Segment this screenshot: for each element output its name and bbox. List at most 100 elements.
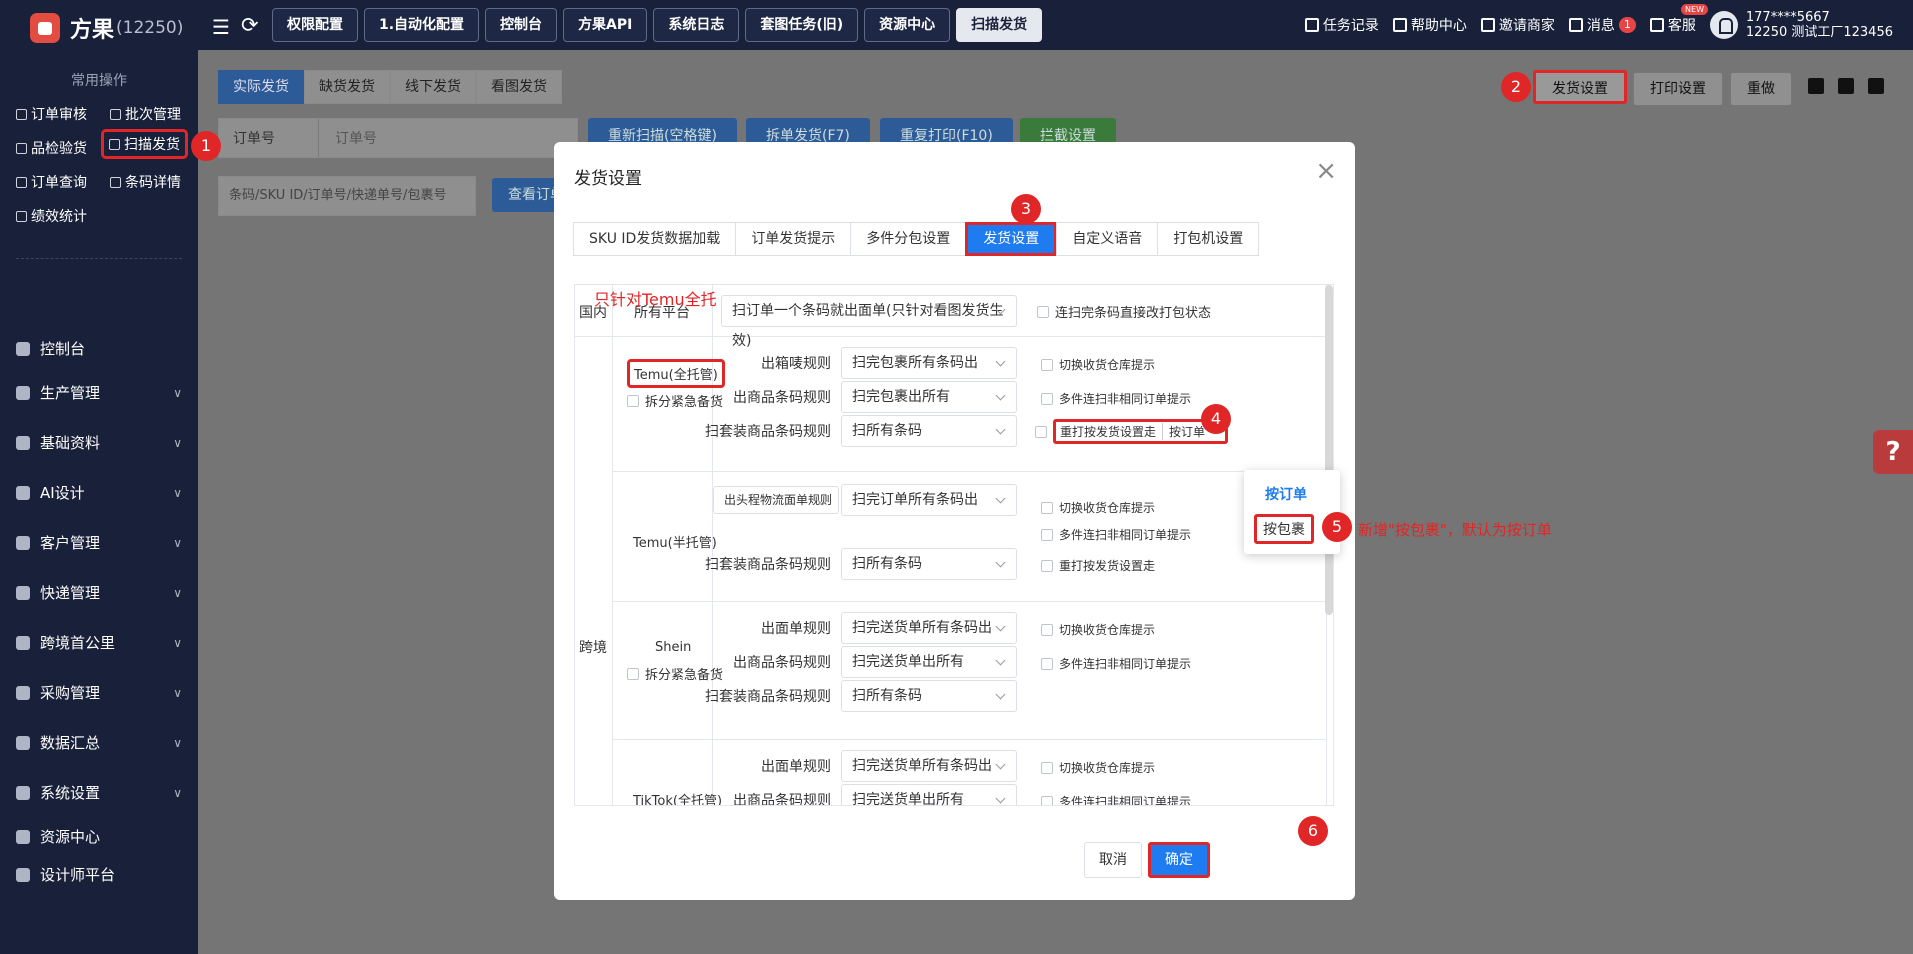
option-checkbox[interactable]: 重打按发货设置走: [1041, 557, 1155, 574]
checkbox-label: 多件连扫非相同订单提示: [1059, 657, 1192, 671]
quick-link[interactable]: 批次管理: [110, 104, 181, 124]
tab-order-tips[interactable]: 订单发货提示: [735, 222, 852, 256]
redo-button[interactable]: 重做: [1730, 72, 1792, 106]
close-icon[interactable]: ×: [1315, 156, 1337, 186]
sidebar-menu-item[interactable]: 快递管理 ∨: [16, 582, 182, 603]
help-center-link[interactable]: 帮助中心: [1392, 15, 1467, 35]
rule-select[interactable]: 扫完订单所有条码出: [841, 484, 1017, 516]
sidebar-menu-item[interactable]: 客户管理 ∨: [16, 532, 182, 553]
dialog-title: 发货设置: [574, 169, 642, 189]
sidebar-menu-item[interactable]: 数据汇总 ∨: [16, 732, 182, 753]
task-records-link[interactable]: 任务记录: [1304, 15, 1379, 35]
option-by-order[interactable]: 按订单: [1265, 484, 1307, 504]
nav-tab[interactable]: 控制台: [485, 8, 558, 42]
tab-ship-settings[interactable]: 发货设置: [965, 222, 1058, 256]
tab-multi-package[interactable]: 多件分包设置: [850, 222, 967, 256]
option-checkbox[interactable]: 重打按发货设置走按订单⌃: [1035, 419, 1229, 444]
card-view-icon[interactable]: [1838, 78, 1854, 94]
tab-sku-load[interactable]: SKU ID发货数据加载: [573, 222, 737, 256]
sidebar-menu-item[interactable]: 设计师平台: [16, 864, 182, 885]
app-logo[interactable]: 方果 (12250): [30, 12, 183, 44]
sidebar-menu-item[interactable]: 系统设置 ∨: [16, 782, 182, 803]
rule-select[interactable]: 扫所有条码: [841, 680, 1017, 712]
checkbox-label: 重打按发货设置走: [1060, 425, 1157, 439]
option-checkbox[interactable]: 多件连扫非相同订单提示: [1041, 793, 1191, 805]
list-view-icon[interactable]: [1808, 78, 1824, 94]
rule-select[interactable]: 扫完送货单所有条码出: [841, 612, 1017, 644]
messages-link[interactable]: 消息 1: [1568, 15, 1636, 35]
sidebar-menu-item[interactable]: AI设计 ∨: [16, 482, 182, 503]
rule-select[interactable]: 扫完包裹出所有: [841, 381, 1017, 413]
invite-link[interactable]: 邀请商家: [1480, 15, 1555, 35]
print-settings-button[interactable]: 打印设置: [1633, 72, 1723, 106]
checkbox-icon: [1037, 305, 1049, 318]
rule-select[interactable]: 扫完送货单所有条码出: [841, 750, 1017, 782]
quick-link-scan-ship[interactable]: 扫描发货: [101, 129, 188, 159]
tab-offline-ship[interactable]: 线下发货: [390, 70, 476, 104]
option-checkbox[interactable]: 切换收货仓库提示: [1041, 499, 1155, 516]
service-link[interactable]: 客服: [1649, 15, 1696, 35]
nav-tab[interactable]: 套图任务(旧): [745, 8, 859, 42]
quick-link[interactable]: 绩效统计: [16, 206, 87, 226]
nav-tab[interactable]: 1.自动化配置: [364, 8, 480, 42]
nav-tab[interactable]: 资源中心: [864, 8, 951, 42]
all-platform-checkbox[interactable]: 连扫完条码直接改打包状态: [1037, 302, 1211, 321]
cancel-button[interactable]: 取消: [1084, 842, 1142, 878]
sidebar-menu-item[interactable]: 生产管理 ∨: [16, 382, 182, 403]
sidebar-menu-item[interactable]: 跨境首公里 ∨: [16, 632, 182, 653]
refresh-icon[interactable]: ⟳: [241, 13, 259, 37]
tab-actual-ship[interactable]: 实际发货: [218, 70, 304, 104]
ship-settings-button[interactable]: 发货设置: [1533, 70, 1627, 104]
sidebar-menu-item[interactable]: 资源中心: [16, 826, 182, 847]
option-checkbox[interactable]: 切换收货仓库提示: [1041, 621, 1155, 638]
barcode-input[interactable]: 条码/SKU ID/订单号/快递单号/包裹号: [218, 176, 476, 216]
reprint-mode-select[interactable]: 按订单: [1162, 423, 1205, 440]
search-icon: [16, 176, 27, 188]
option-checkbox[interactable]: 多件连扫非相同订单提示: [1041, 390, 1191, 407]
sidebar-menu-item[interactable]: 采购管理 ∨: [16, 682, 182, 703]
rule-select[interactable]: 扫所有条码: [841, 415, 1017, 447]
quick-link-label: 品检验货: [31, 141, 87, 157]
tab-custom-voice[interactable]: 自定义语音: [1056, 222, 1159, 256]
option-checkbox[interactable]: 多件连扫非相同订单提示: [1041, 655, 1191, 672]
rule-select[interactable]: 扫完送货单出所有: [841, 646, 1017, 678]
quick-link[interactable]: 品检验货: [16, 138, 87, 158]
tab-image-ship[interactable]: 看图发货: [476, 70, 562, 104]
order-input[interactable]: 订单号: [319, 128, 377, 148]
quick-link[interactable]: 订单审核: [16, 104, 87, 124]
help-float-icon[interactable]: ?: [1873, 430, 1913, 474]
quick-link[interactable]: 条码详情: [110, 172, 181, 192]
nav-tab[interactable]: 方果API: [563, 8, 648, 42]
rule-type-select[interactable]: 出头程物流面单规则: [713, 486, 839, 514]
rule-select[interactable]: 扫所有条码: [841, 548, 1017, 580]
tab-shortage-ship[interactable]: 缺货发货: [304, 70, 390, 104]
option-checkbox[interactable]: 切换收货仓库提示: [1041, 759, 1155, 776]
scrollbar[interactable]: [1325, 285, 1333, 615]
confirm-button[interactable]: 确定: [1148, 842, 1210, 878]
chart-view-icon[interactable]: [1868, 78, 1884, 94]
sidebar-menu-item[interactable]: 基础资料 ∨: [16, 432, 182, 453]
rule-select[interactable]: 扫完包裹所有条码出: [841, 347, 1017, 379]
menu-toggle-icon[interactable]: ☰: [212, 15, 230, 39]
chevron-down-icon: ∨: [173, 635, 182, 650]
search-type-select[interactable]: 订单号: [219, 119, 319, 157]
option-by-package[interactable]: 按包裹: [1254, 514, 1314, 544]
user-menu[interactable]: 177****5667 12250 测试工厂123456: [1709, 10, 1893, 40]
nav-tab-active[interactable]: 扫描发货: [956, 8, 1043, 42]
all-platform-select[interactable]: 扫订单一个条码就出面单(只针对看图发货生效): [721, 295, 1017, 349]
sidebar-menu-item[interactable]: 控制台: [16, 338, 182, 359]
rule-select[interactable]: 扫完送货单出所有: [841, 784, 1017, 805]
nav-tab[interactable]: 权限配置: [272, 8, 358, 42]
quick-link[interactable]: 订单查询: [16, 172, 87, 192]
urgent-split-checkbox[interactable]: 拆分紧急备货: [627, 391, 723, 410]
nav-tab[interactable]: 系统日志: [653, 8, 740, 42]
checkbox-icon: [627, 667, 639, 680]
urgent-split-checkbox[interactable]: 拆分紧急备货: [627, 664, 723, 683]
order-select-group[interactable]: 订单号 订单号: [218, 118, 578, 158]
annotation-temu-note: 只针对Temu全托: [594, 290, 717, 309]
platform-name: Shein: [655, 640, 692, 655]
tab-packer-settings[interactable]: 打包机设置: [1157, 222, 1260, 256]
rule-label: 出面单规则: [761, 621, 831, 637]
option-checkbox[interactable]: 切换收货仓库提示: [1041, 356, 1155, 373]
option-checkbox[interactable]: 多件连扫非相同订单提示: [1041, 526, 1191, 543]
